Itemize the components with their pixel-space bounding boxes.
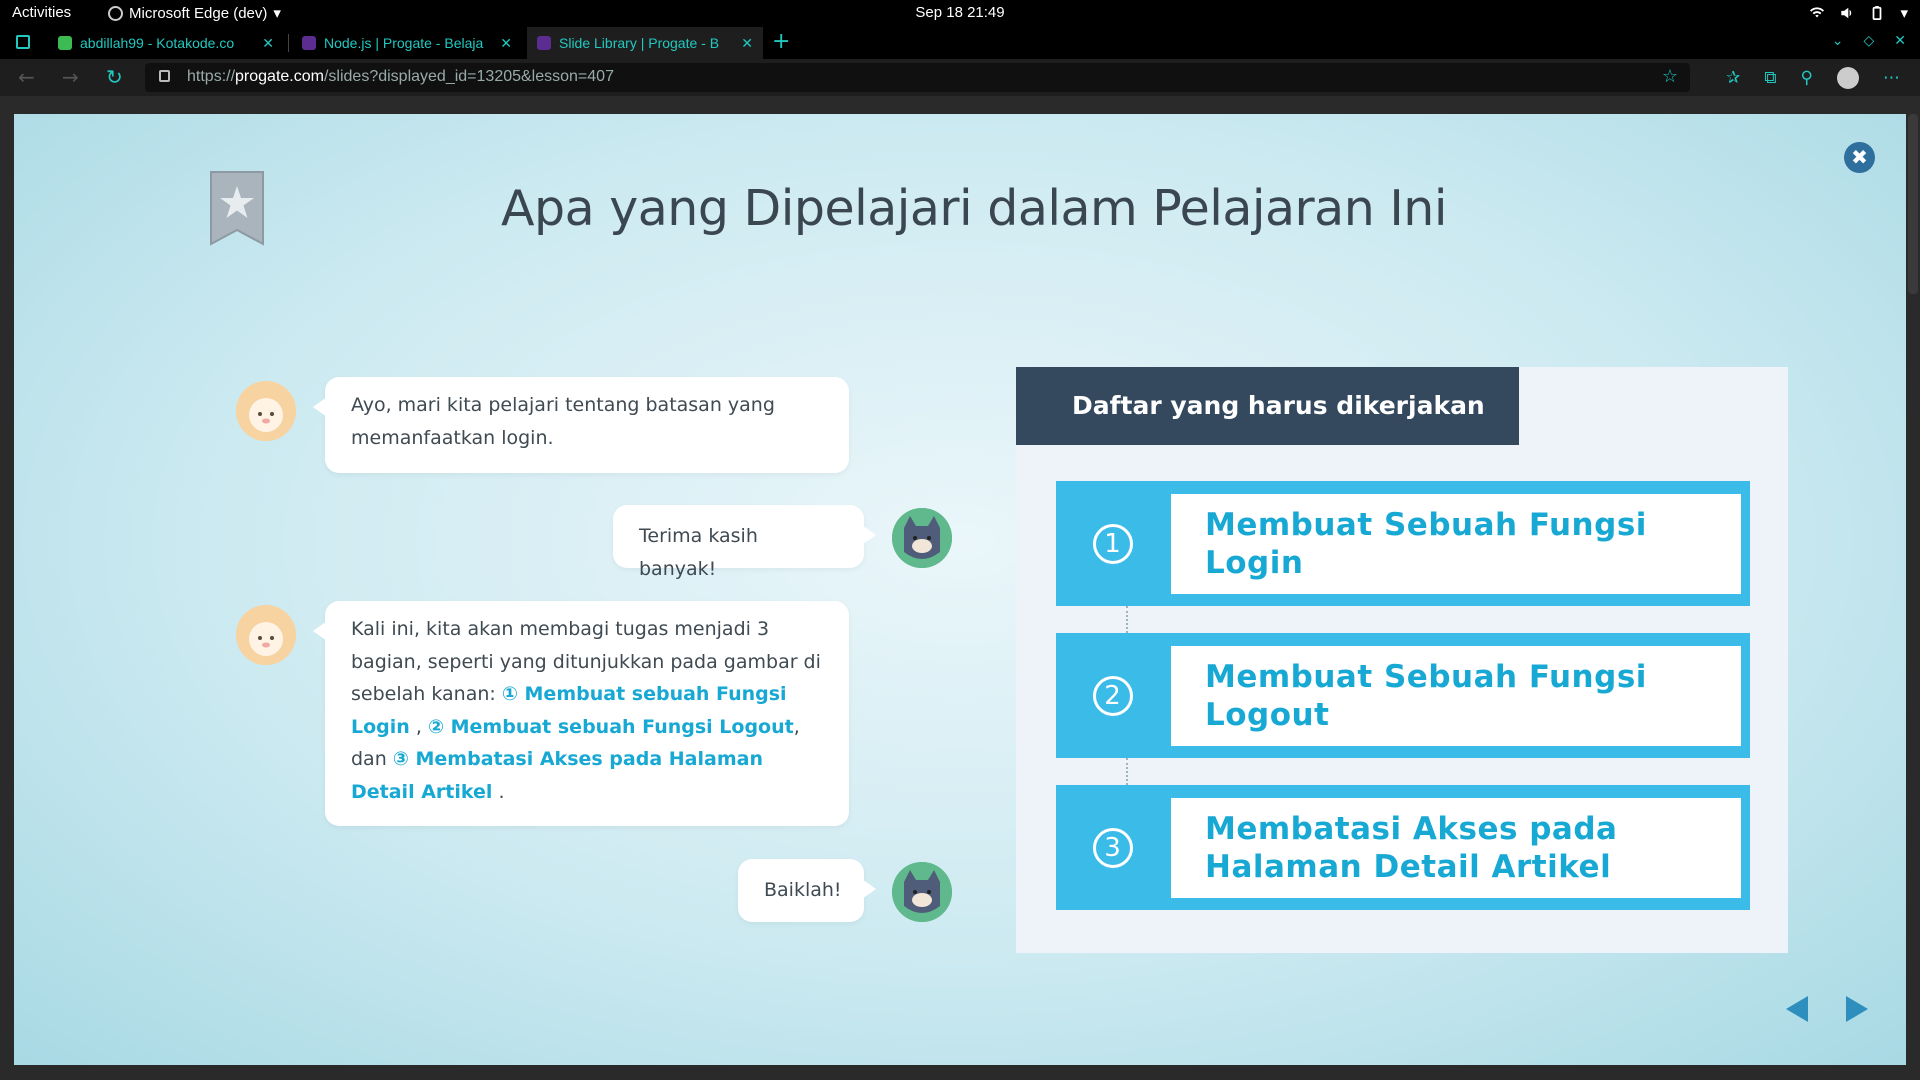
- chat-message-text: .: [492, 780, 505, 803]
- cat-avatar: [892, 508, 952, 568]
- activities-button[interactable]: Activities: [12, 4, 71, 21]
- todo-item-2: 2 Membuat Sebuah Fungsi Logout: [1056, 633, 1750, 758]
- tab-slide-library[interactable]: Slide Library | Progate - B ✕: [527, 27, 763, 59]
- chat-bubble-teacher: Ayo, mari kita pelajari tentang batasan …: [313, 377, 849, 473]
- browser-nav-bar: ← → ↻ https://progate.com/slides?display…: [0, 59, 1920, 96]
- extensions-icon[interactable]: ⚲: [1801, 68, 1813, 88]
- previous-slide-button[interactable]: [1786, 996, 1808, 1022]
- todo-number-badge: 1: [1056, 481, 1169, 606]
- todo-item-3: 3 Membatasi Akses pada Halaman Detail Ar…: [1056, 785, 1750, 910]
- browser-tab-bar: abdillah99 - Kotakode.co ✕ Node.js | Pro…: [0, 27, 1920, 59]
- close-slide-button[interactable]: ✖: [1844, 142, 1875, 173]
- close-tab-icon[interactable]: ✕: [262, 35, 274, 52]
- tab-title: Slide Library | Progate - B: [559, 35, 720, 51]
- kotakode-favicon-icon: [58, 36, 72, 50]
- cat-face-icon: [892, 508, 952, 568]
- todo-item-1: 1 Membuat Sebuah Fungsi Login: [1056, 481, 1750, 606]
- task-2-link: ② Membuat sebuah Fungsi Logout: [427, 715, 794, 738]
- app-menu[interactable]: Microsoft Edge (dev) ▾: [108, 4, 281, 22]
- tab-title: Node.js | Progate - Belaja: [324, 35, 484, 51]
- chat-message-text: Ayo, mari kita pelajari tentang batasan …: [351, 394, 775, 449]
- restore-icon[interactable]: ◇: [1863, 33, 1874, 49]
- todo-item-label: Membuat Sebuah Fungsi Logout: [1171, 646, 1741, 746]
- todo-item-label: Membuat Sebuah Fungsi Login: [1171, 494, 1741, 594]
- clock[interactable]: Sep 18 21:49: [0, 4, 1920, 21]
- tab-kotakode[interactable]: abdillah99 - Kotakode.co ✕: [48, 27, 284, 59]
- profile-avatar-icon[interactable]: [1837, 67, 1859, 89]
- todo-connector-dots: [1126, 606, 1128, 633]
- page-scrollbar[interactable]: [1908, 114, 1918, 294]
- chevron-down-icon: ▾: [273, 5, 281, 22]
- next-slide-button[interactable]: [1846, 996, 1868, 1022]
- sheep-face-icon: [236, 605, 296, 665]
- sheep-avatar: [236, 381, 296, 441]
- tab-separator: [288, 34, 289, 52]
- back-arrow-icon[interactable]: ←: [18, 65, 35, 89]
- slide-title: Apa yang Dipelajari dalam Pelajaran Ini: [501, 180, 1447, 237]
- tab-progate-nodejs[interactable]: Node.js | Progate - Belaja ✕: [292, 27, 522, 59]
- tab-list-chevron-icon[interactable]: ⌄: [1832, 33, 1844, 49]
- chat-bubble-student: Terima kasih banyak!: [613, 505, 876, 580]
- chevron-down-icon: ▾: [1900, 5, 1908, 22]
- collections-icon[interactable]: ⧉: [1764, 68, 1776, 88]
- system-tray[interactable]: ▾: [1810, 4, 1908, 22]
- new-tab-plus-icon[interactable]: +: [772, 29, 790, 54]
- todo-number-badge: 2: [1056, 633, 1169, 758]
- add-favorite-star-icon[interactable]: ☆: [1662, 66, 1678, 87]
- more-menu-icon[interactable]: ⋯: [1883, 68, 1900, 88]
- cat-avatar: [892, 862, 952, 922]
- close-window-icon[interactable]: ✕: [1894, 33, 1906, 49]
- progate-favicon-icon: [302, 36, 316, 50]
- volume-icon: [1841, 7, 1852, 19]
- app-menu-label: Microsoft Edge (dev): [129, 4, 268, 22]
- favorites-icon[interactable]: ✰: [1726, 68, 1740, 88]
- chat-bubble-teacher: Kali ini, kita akan membagi tugas menjad…: [313, 601, 849, 826]
- os-top-bar: Activities Microsoft Edge (dev) ▾ Sep 18…: [0, 0, 1920, 27]
- chat-bubble-student: Baiklah!: [738, 859, 876, 922]
- window-controls: ⌄ ◇ ✕: [1832, 33, 1906, 49]
- edge-app-icon: [108, 5, 123, 21]
- tab-title: abdillah99 - Kotakode.co: [80, 35, 235, 51]
- wifi-icon: [1810, 7, 1825, 18]
- todo-number-badge: 3: [1056, 785, 1169, 910]
- todo-panel-heading: Daftar yang harus dikerjakan: [1016, 367, 1519, 445]
- battery-icon: [1873, 6, 1882, 20]
- sheep-face-icon: [236, 381, 296, 441]
- task-3-link: ③ Membatasi Akses pada Halaman Detail Ar…: [351, 748, 763, 803]
- chat-message-text: Terima kasih banyak!: [639, 525, 758, 580]
- todo-panel: Daftar yang harus dikerjakan 1 Membuat S…: [1016, 367, 1788, 953]
- chat-message-text: ,: [409, 715, 428, 738]
- close-tab-icon[interactable]: ✕: [500, 35, 512, 52]
- close-tab-icon[interactable]: ✕: [741, 35, 753, 52]
- todo-item-label: Membatasi Akses pada Halaman Detail Arti…: [1171, 798, 1741, 898]
- sheep-avatar: [236, 605, 296, 665]
- todo-connector-dots: [1126, 758, 1128, 785]
- chat-message-text: Baiklah!: [764, 879, 842, 901]
- toolbar-actions: ✰ ⧉ ⚲ ⋯: [1726, 67, 1900, 89]
- slide-modal: ✖ Apa yang Dipelajari dalam Pelajaran In…: [14, 114, 1906, 1065]
- cat-face-icon: [892, 862, 952, 922]
- forward-arrow-icon[interactable]: →: [62, 65, 79, 89]
- tab-actions-icon[interactable]: [16, 35, 30, 49]
- progate-favicon-icon: [537, 36, 551, 50]
- address-bar[interactable]: https://progate.com/slides?displayed_id=…: [145, 63, 1690, 92]
- url-text[interactable]: https://progate.com/slides?displayed_id=…: [187, 68, 614, 86]
- lock-icon[interactable]: [159, 70, 170, 82]
- reload-icon[interactable]: ↻: [106, 65, 123, 89]
